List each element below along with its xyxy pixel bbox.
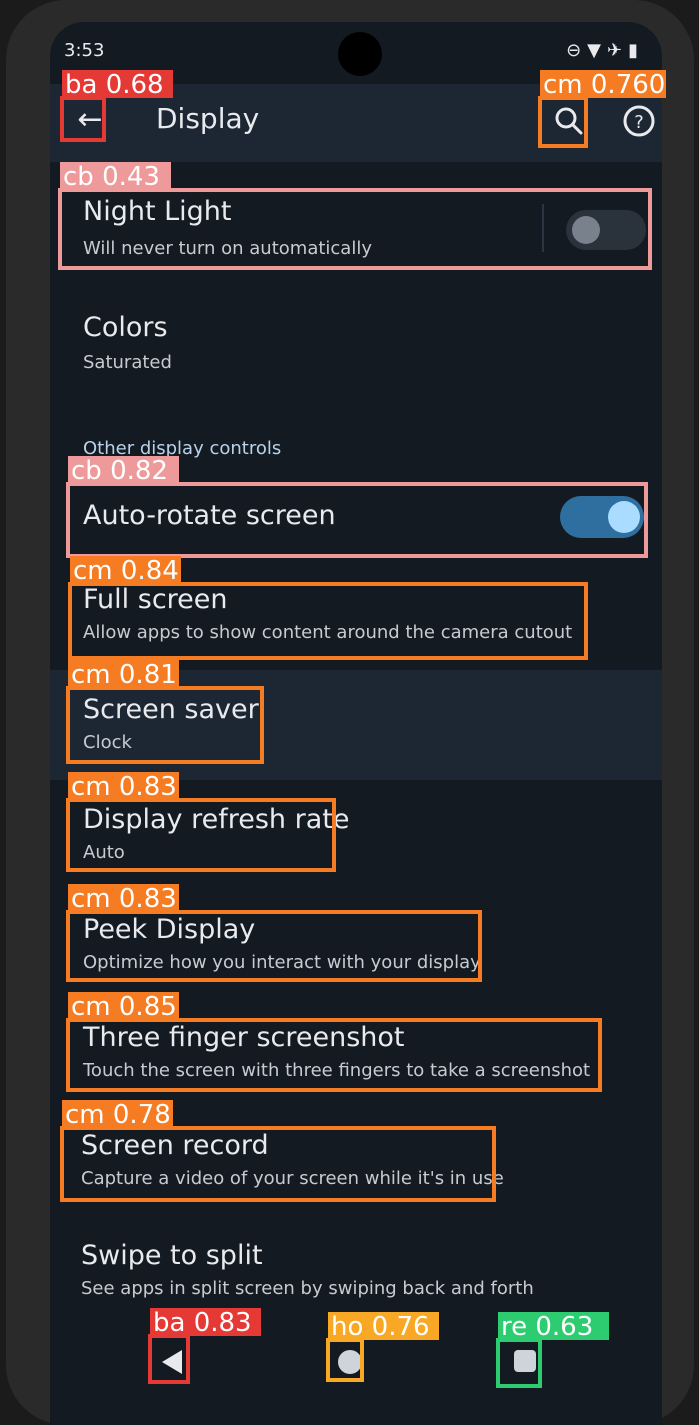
- nav-recents-icon[interactable]: [514, 1350, 536, 1372]
- peek-display-subtitle: Optimize how you interact with your disp…: [83, 952, 481, 973]
- screen-saver-row[interactable]: Screen saver Clock: [50, 670, 662, 780]
- full-screen-subtitle: Allow apps to show content around the ca…: [83, 622, 573, 643]
- refresh-rate-row[interactable]: Display refresh rate Auto: [50, 794, 662, 878]
- colors-row[interactable]: Colors Saturated: [50, 302, 662, 392]
- refresh-rate-subtitle: Auto: [83, 842, 125, 863]
- swipe-split-title: Swipe to split: [81, 1240, 263, 1271]
- airplane-icon: ✈: [607, 40, 629, 61]
- app-bar: ← Display ?: [50, 84, 662, 162]
- screen: 3:53 ⊖▼✈▮ ← Display ? Night Light Will n…: [50, 22, 662, 1425]
- auto-rotate-toggle[interactable]: [560, 496, 644, 538]
- svg-text:?: ?: [634, 112, 644, 133]
- status-icons: ⊖▼✈▮: [566, 40, 644, 61]
- peek-display-title: Peek Display: [83, 914, 256, 945]
- night-light-toggle[interactable]: [566, 210, 646, 250]
- night-light-row[interactable]: Night Light Will never turn on automatic…: [50, 188, 662, 274]
- toggle-knob: [608, 501, 640, 533]
- peek-display-row[interactable]: Peek Display Optimize how you interact w…: [50, 904, 662, 988]
- full-screen-title: Full screen: [83, 584, 228, 615]
- section-header: Other display controls: [83, 438, 282, 459]
- three-finger-subtitle: Touch the screen with three fingers to t…: [83, 1060, 591, 1081]
- night-light-subtitle: Will never turn on automatically: [83, 238, 372, 259]
- phone-frame: 3:53 ⊖▼✈▮ ← Display ? Night Light Will n…: [6, 0, 694, 1425]
- full-screen-row[interactable]: Full screen Allow apps to show content a…: [50, 578, 662, 662]
- refresh-rate-title: Display refresh rate: [83, 804, 350, 835]
- row-divider: [542, 204, 544, 252]
- camera-cutout: [338, 32, 382, 76]
- help-icon[interactable]: ?: [620, 102, 658, 140]
- night-light-title: Night Light: [83, 196, 232, 227]
- colors-subtitle: Saturated: [83, 352, 172, 373]
- nav-bar: [50, 1332, 662, 1425]
- page-title: Display: [156, 102, 260, 135]
- three-finger-row[interactable]: Three finger screenshot Touch the screen…: [50, 1012, 662, 1096]
- wifi-icon: ▼: [587, 40, 607, 61]
- screen-record-title: Screen record: [81, 1130, 269, 1161]
- nav-home-icon[interactable]: [338, 1350, 362, 1374]
- battery-icon: ▮: [628, 40, 644, 61]
- dnd-icon: ⊖: [566, 40, 588, 61]
- screen-saver-title: Screen saver: [83, 694, 259, 725]
- swipe-split-subtitle: See apps in split screen by swiping back…: [81, 1278, 534, 1299]
- screen-record-row[interactable]: Screen record Capture a video of your sc…: [50, 1120, 662, 1204]
- screen-record-subtitle: Capture a video of your screen while it'…: [81, 1168, 504, 1189]
- status-time: 3:53: [64, 40, 105, 61]
- auto-rotate-row[interactable]: Auto-rotate screen: [50, 478, 662, 558]
- screen-saver-subtitle: Clock: [83, 732, 132, 753]
- auto-rotate-title: Auto-rotate screen: [83, 500, 336, 531]
- search-icon[interactable]: [550, 102, 588, 140]
- swipe-split-row[interactable]: Swipe to split See apps in split screen …: [50, 1228, 662, 1312]
- nav-back-icon[interactable]: [162, 1350, 182, 1374]
- three-finger-title: Three finger screenshot: [83, 1022, 405, 1053]
- colors-title: Colors: [83, 312, 168, 343]
- back-arrow-icon[interactable]: ←: [70, 100, 110, 140]
- toggle-knob: [572, 216, 600, 244]
